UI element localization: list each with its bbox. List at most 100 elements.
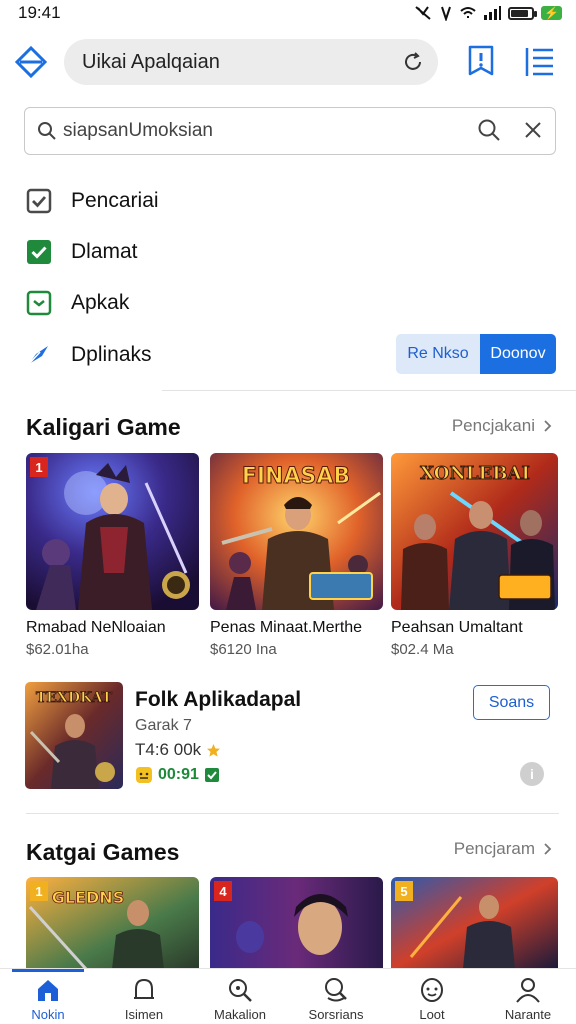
featured-art-title: TEXDKAT [36,690,113,706]
game-card[interactable]: 1 Rmabad NeNloaian $62.01ha [26,453,199,658]
search-icon [38,122,56,140]
checkbox-checked-icon[interactable] [26,188,52,214]
section-see-all-link[interactable]: Pencjakani [452,416,552,436]
rank-badge: 1 [30,881,48,901]
featured-app-size: T4:6 00k [135,740,221,760]
status-time: 19:41 [18,3,61,22]
game-card[interactable]: 5 [391,877,558,969]
cover-art-title: GLEDNS [52,888,124,907]
nav-label: Nokin [31,1007,65,1022]
top-bar: Uikai Apalqaian [0,36,576,88]
divider [26,813,559,814]
address-bar[interactable]: Uikai Apalqaian [64,39,438,85]
search-zoom-icon [229,979,252,1002]
status-icons: ⚡ [414,5,562,21]
filter-item-dlamat[interactable]: Dlamat [26,237,138,267]
chevron-right-icon [544,420,552,432]
address-text: Uikai Apalqaian [82,50,220,73]
featured-app-title: Folk Aplikadapal [135,688,302,711]
filter-item-apkak[interactable]: Apkak [26,288,129,318]
nav-item-narante[interactable]: Narante [480,969,576,1024]
featured-badges: 00:91 [135,766,220,784]
search-input[interactable]: siapsanUmoksian [24,107,556,155]
clear-icon[interactable] [523,120,543,140]
divider [162,390,576,391]
rank-badge: 1 [30,457,48,477]
see-all-label: Pencjaram [453,839,535,858]
section-title: Katgai Games [26,839,180,865]
game-cover-image: 1 [26,453,199,610]
filter-actions: Re Nkso Doonov [396,334,556,374]
game-title: Peahsan Umaltant [391,619,523,636]
game-card[interactable]: 4 [210,877,383,969]
bookmark-alert-icon[interactable] [464,44,498,80]
nav-label: Narante [504,1007,552,1022]
vibrate-icon [441,6,451,21]
filter-item-pencariai[interactable]: Pencariai [26,186,159,216]
verified-icon [204,768,219,782]
cover-art-title: FINASAB [242,464,350,489]
app-logo-icon[interactable] [14,45,48,79]
filter-label: Dlamat [71,240,138,263]
game-title: Penas Minaat.Merthe [210,619,363,636]
apply-button[interactable]: Doonov [480,334,556,374]
game-card[interactable]: XONLEBAI Peahsan Umaltant $02.4 Ma [391,453,558,658]
see-all-label: Pencjakani [451,416,535,435]
filter-label: Apkak [71,291,130,314]
home-icon [38,980,58,1001]
open-button[interactable]: Soans [473,685,550,720]
battery-charging-badge: ⚡ [541,6,562,20]
nav-label: Sorsrians [308,1007,364,1022]
reload-icon[interactable] [402,51,424,73]
featured-app-subtitle: Garak 7 [135,717,192,734]
section-title: Kaligari Game [26,414,181,440]
filter-item-dplinaks[interactable]: Dplinaks [26,340,152,370]
menu-list-icon[interactable] [522,44,556,80]
game-card[interactable]: GLEDNS 1 [26,877,199,969]
featured-app-image[interactable]: TEXDKAT [25,682,123,789]
nav-item-home[interactable]: Nokin [0,969,96,1024]
nav-item-isimen[interactable]: Isimen [96,969,192,1024]
chevron-right-icon [544,843,552,855]
checkbox-partial-icon[interactable] [26,290,52,316]
game-card[interactable]: FINASAB Penas Minaat.Merthe $6120 Ina [210,453,383,658]
wifi-icon [460,7,476,18]
game-price: $6120 Ina [210,641,277,658]
search-submit-icon[interactable] [477,118,501,142]
size-text: T4:6 00k [135,740,202,759]
plane-icon [26,342,52,368]
info-icon[interactable]: i [520,762,544,786]
star-icon [207,743,221,757]
face-icon [421,978,443,1002]
game-price: $02.4 Ma [391,641,454,658]
status-bar: 19:41 ⚡ [0,0,576,26]
nav-item-sorsrians[interactable]: Sorsrians [288,969,384,1024]
checkbox-checked-icon[interactable] [26,239,52,265]
nav-item-makalion[interactable]: Makalion [192,969,288,1024]
game-cover-image: FINASAB [210,453,383,610]
badge-text: 00:91 [158,766,199,783]
profile-icon [516,978,540,1003]
cover-art-title: XONLEBAI [420,463,530,484]
section-see-all-link[interactable]: Pencjaram [454,839,552,859]
game-price: $62.01ha [26,641,89,658]
nav-label: Isimen [124,1007,164,1022]
bottom-nav: Nokin Isimen Makalion Sorsrians Loot Nar… [0,968,576,1024]
nav-item-loot[interactable]: Loot [384,969,480,1024]
search-icon [325,978,347,1002]
emoji-badge-icon [136,767,152,783]
filter-label: Dplinaks [71,343,152,366]
signal-icon [484,6,502,20]
game-cover-image: XONLEBAI [391,453,558,610]
game-title: Rmabad NeNloaian [26,619,166,636]
mute-icon [415,6,431,20]
search-actions [477,118,543,142]
bell-icon [134,978,154,999]
rank-badge: 5 [395,881,413,901]
reset-button[interactable]: Re Nkso [396,334,480,374]
nav-label: Makalion [213,1007,267,1022]
battery-icon [508,6,538,20]
rank-badge: 4 [214,881,232,901]
nav-active-indicator [12,969,84,972]
search-query: siapsanUmoksian [63,120,213,141]
